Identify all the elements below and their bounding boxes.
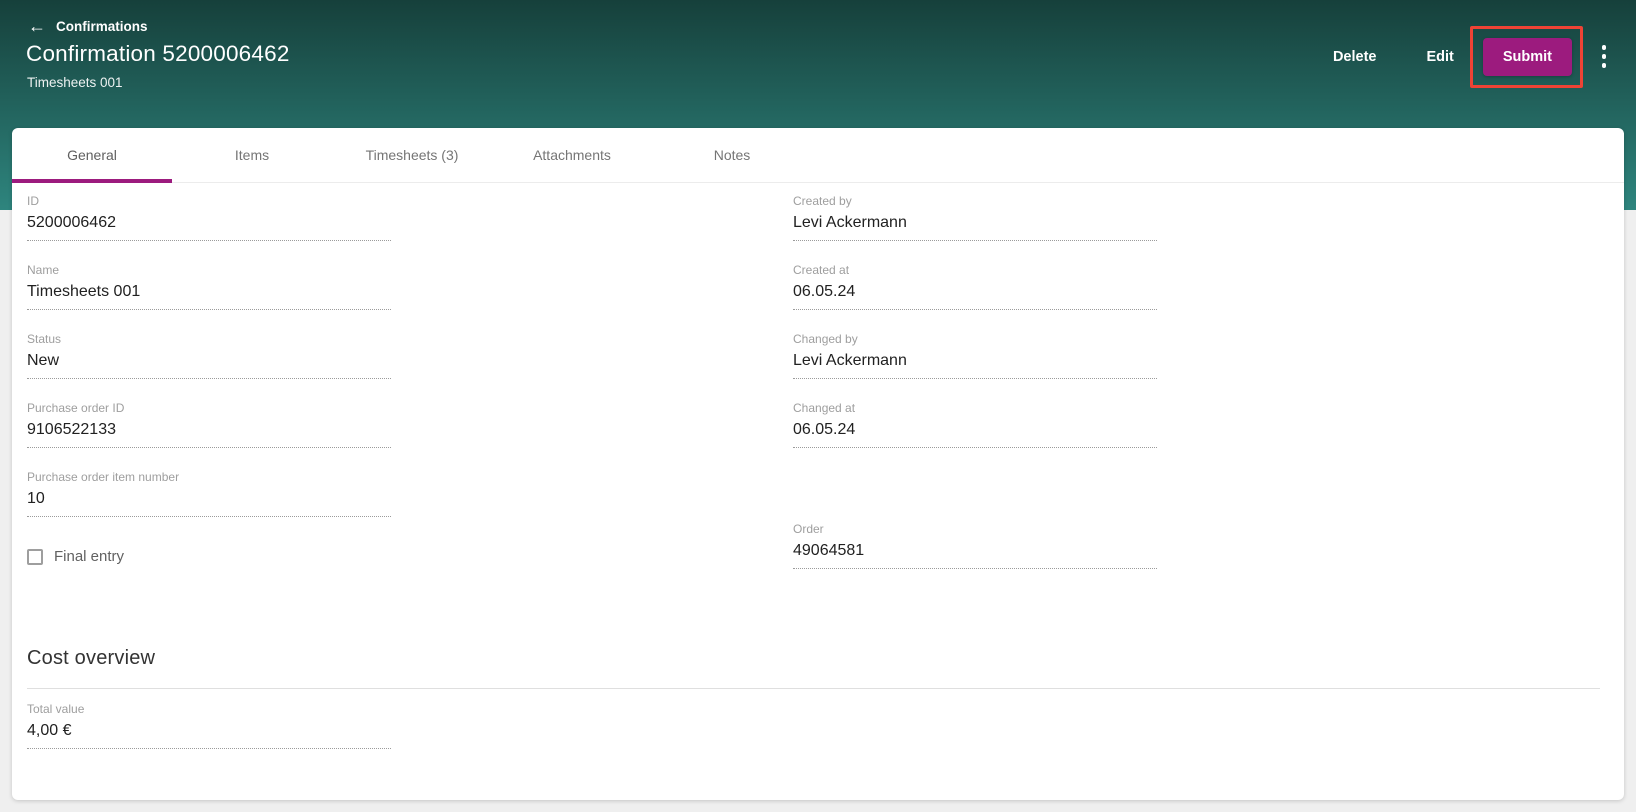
tab-attachments[interactable]: Attachments [492,128,652,182]
final-entry-checkbox-row[interactable]: Final entry [27,548,391,565]
form-column-right: Created by Levi Ackermann Created at 06.… [793,194,1157,591]
field-label: Total value [27,702,391,716]
edit-button[interactable]: Edit [1426,49,1453,65]
field-changed-at: Changed at 06.05.24 [793,401,1157,448]
submit-button-highlight: Submit [1470,26,1583,88]
field-id: ID 5200006462 [27,194,391,241]
delete-button[interactable]: Delete [1333,49,1377,65]
field-label: ID [27,194,391,208]
field-value: Levi Ackermann [793,213,1157,232]
tab-notes[interactable]: Notes [652,128,812,182]
header-actions: Delete Edit Submit [1333,25,1616,88]
page-subtitle: Timesheets 001 [27,75,123,90]
field-value: 10 [27,489,391,508]
form-column-left: ID 5200006462 Name Timesheets 001 Status… [27,194,391,565]
field-value: Levi Ackermann [793,351,1157,370]
field-value: 5200006462 [27,213,391,232]
kebab-dot [1602,45,1607,50]
field-label: Changed at [793,401,1157,415]
kebab-dot [1602,63,1607,68]
field-status: Status New [27,332,391,379]
field-label: Created at [793,263,1157,277]
field-changed-by: Changed by Levi Ackermann [793,332,1157,379]
field-label: Status [27,332,391,346]
field-value: Timesheets 001 [27,282,391,301]
kebab-menu-icon[interactable] [1592,42,1616,72]
field-value: 4,00 € [27,721,391,740]
tab-bar: General Items Timesheets (3) Attachments… [12,128,1624,183]
page-title: Confirmation 5200006462 [26,41,290,67]
breadcrumb-label[interactable]: Confirmations [56,19,148,34]
detail-card: General Items Timesheets (3) Attachments… [12,128,1624,800]
field-order: Order 49064581 [793,522,1157,569]
field-label: Purchase order ID [27,401,391,415]
field-purchase-order-id: Purchase order ID 9106522133 [27,401,391,448]
field-label: Changed by [793,332,1157,346]
field-value: 49064581 [793,541,1157,560]
field-value: 06.05.24 [793,420,1157,439]
back-arrow-icon[interactable]: ← [28,18,46,34]
tab-general[interactable]: General [12,128,172,182]
checkbox-unchecked-icon[interactable] [27,549,43,565]
field-created-by: Created by Levi Ackermann [793,194,1157,241]
checkbox-label: Final entry [54,548,124,565]
field-value: 06.05.24 [793,282,1157,301]
field-created-at: Created at 06.05.24 [793,263,1157,310]
field-total-value: Total value 4,00 € [27,702,391,749]
field-value: New [27,351,391,370]
field-name: Name Timesheets 001 [27,263,391,310]
cost-overview-heading: Cost overview [27,647,155,670]
tab-timesheets[interactable]: Timesheets (3) [332,128,492,182]
submit-button[interactable]: Submit [1483,38,1572,76]
field-label: Order [793,522,1157,536]
field-label: Purchase order item number [27,470,391,484]
field-value: 9106522133 [27,420,391,439]
field-purchase-order-item-number: Purchase order item number 10 [27,470,391,517]
field-label: Created by [793,194,1157,208]
section-divider [27,688,1600,689]
field-label: Name [27,263,391,277]
breadcrumb[interactable]: ← Confirmations [28,18,148,34]
tab-items[interactable]: Items [172,128,332,182]
kebab-dot [1602,54,1607,59]
